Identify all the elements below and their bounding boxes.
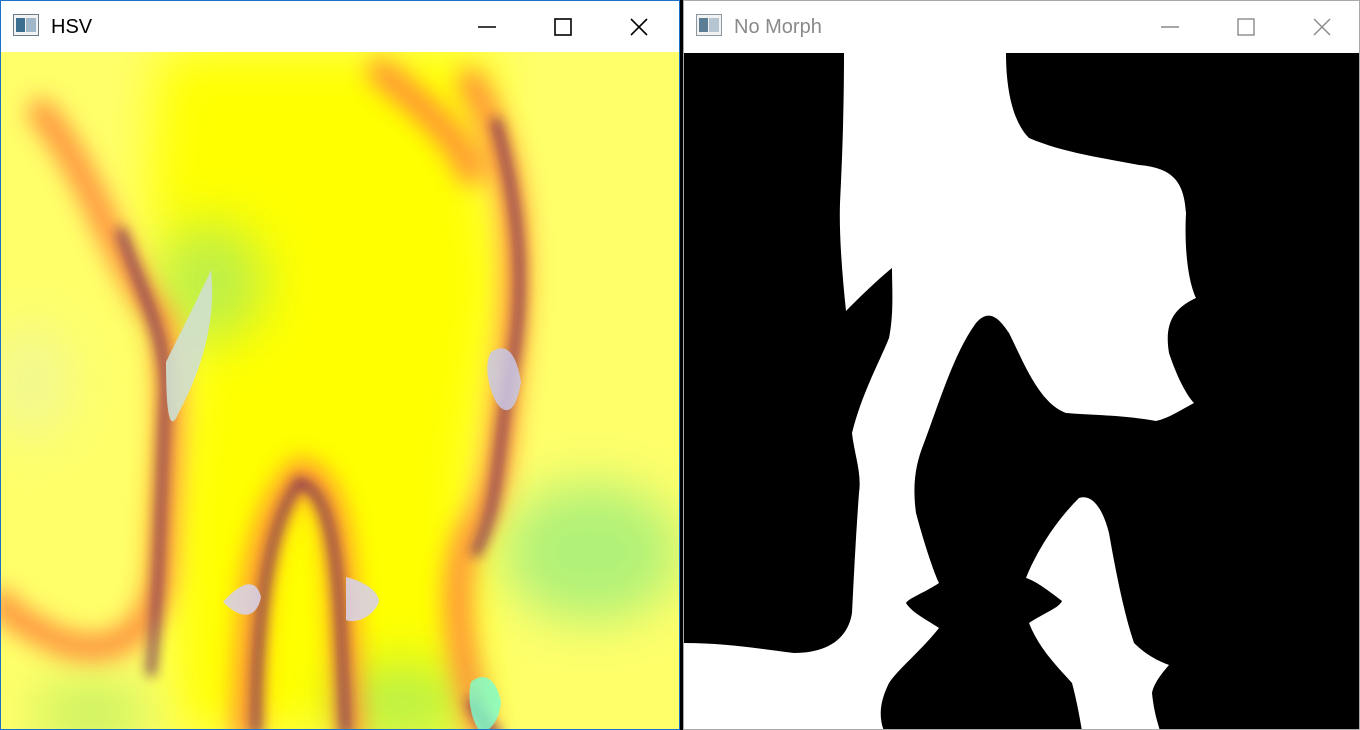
hsv-titlebar[interactable]: HSV <box>1 1 679 52</box>
hsv-window[interactable]: HSV <box>0 0 680 730</box>
window-title: HSV <box>51 16 93 38</box>
no-morph-window[interactable]: No Morph <box>683 0 1360 730</box>
maximize-icon[interactable] <box>1226 7 1266 47</box>
minimize-icon[interactable] <box>1150 7 1190 47</box>
maximize-icon[interactable] <box>543 7 583 47</box>
no-morph-titlebar[interactable]: No Morph <box>684 1 1359 53</box>
close-icon[interactable] <box>1302 7 1342 47</box>
minimize-icon[interactable] <box>467 7 507 47</box>
hsv-heatmap-image <box>1 52 679 729</box>
window-title: No Morph <box>734 16 822 38</box>
app-window-icon <box>696 14 722 36</box>
binary-mask-image <box>684 53 1359 729</box>
close-icon[interactable] <box>619 7 659 47</box>
app-window-icon <box>13 14 39 36</box>
